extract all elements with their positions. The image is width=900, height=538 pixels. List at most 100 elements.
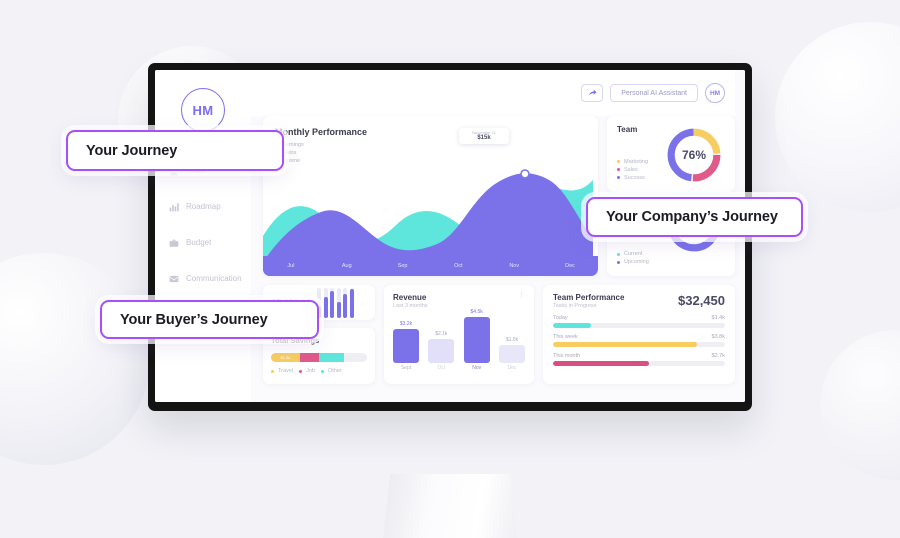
card-subtitle: Last 3 months bbox=[393, 303, 428, 309]
legend-item: Earnings bbox=[275, 142, 598, 148]
personal-ai-assistant-button[interactable]: Personal AI Assistant bbox=[610, 84, 698, 102]
legend-label: Other bbox=[327, 368, 342, 374]
sidebar-item-label: Communication bbox=[186, 274, 242, 283]
share-icon bbox=[588, 84, 597, 102]
callout-your-journey: Your Journey bbox=[66, 130, 284, 171]
performance-label: This week bbox=[553, 334, 578, 340]
avatar[interactable]: HM bbox=[705, 83, 725, 103]
card-header: Team Performance Tasks in Progress $32,4… bbox=[553, 293, 725, 309]
bar-value-label: $2.1k bbox=[435, 331, 448, 337]
callout-buyer-journey: Your Buyer’s Journey bbox=[100, 300, 319, 339]
card-title: Team Performance bbox=[553, 293, 625, 302]
bar-value-label: $4.5k bbox=[470, 309, 483, 315]
mini-bar bbox=[323, 287, 328, 318]
legend-dot-icon bbox=[320, 369, 324, 373]
legend-item: Marketing bbox=[617, 159, 648, 165]
axis-tick: Aug bbox=[341, 263, 352, 269]
mini-bar bbox=[330, 287, 335, 318]
performance-row: This month $2.7k bbox=[553, 353, 725, 366]
bar-category-label: Nov bbox=[472, 365, 482, 371]
bar-category-label: Dec bbox=[507, 365, 517, 371]
donut-column: Team 76% Marketing Sales Success Current… bbox=[607, 116, 735, 276]
mini-bar bbox=[336, 287, 341, 318]
donut-value: 76% bbox=[681, 148, 707, 162]
sidebar: HM Team Roadmap bbox=[155, 70, 251, 402]
bar-group: $1.0k Dec bbox=[498, 337, 525, 371]
legend-item: Travel bbox=[271, 368, 293, 374]
performance-label: Today bbox=[553, 315, 568, 321]
axis-tick: Oct bbox=[454, 263, 463, 269]
sidebar-item-communication[interactable]: Communication bbox=[155, 266, 251, 291]
legend-dot-icon bbox=[617, 160, 620, 163]
progress-track bbox=[553, 323, 725, 328]
progress-track bbox=[553, 342, 725, 347]
monitor-stand-neck bbox=[382, 474, 518, 538]
legend-item: Success bbox=[617, 175, 648, 181]
bar-category-label: Oct bbox=[437, 365, 446, 371]
legend-label: Upcoming bbox=[624, 259, 649, 265]
progress-track bbox=[553, 361, 725, 366]
performance-row: Today $1.4k bbox=[553, 315, 725, 328]
top-row: Monthly Performance Earnings Gains Incom… bbox=[251, 116, 735, 276]
bar bbox=[428, 339, 455, 363]
performance-value: $3.8k bbox=[711, 334, 725, 340]
progress-fill bbox=[553, 323, 591, 328]
team-donut-chart: 76% bbox=[664, 125, 724, 185]
legend-label: Gains bbox=[282, 150, 297, 156]
axis-tick: Dec bbox=[565, 263, 575, 269]
legend-dot-icon bbox=[617, 252, 620, 256]
more-vertical-icon[interactable]: ⋮ bbox=[518, 292, 525, 299]
legend-label: Marketing bbox=[624, 158, 649, 165]
monitor-mockup: HM Team Roadmap bbox=[148, 63, 752, 538]
background-sphere-bottom-right bbox=[820, 330, 900, 480]
legend-label: Current bbox=[624, 251, 643, 257]
x-axis: Jul Aug Sep Oct Nov Dec bbox=[263, 256, 598, 276]
card-title: Revenue bbox=[393, 293, 427, 302]
bar-group: $2.1k Oct bbox=[428, 331, 455, 371]
legend-label: Earnings bbox=[282, 142, 304, 148]
topbar: Personal AI Assistant HM bbox=[251, 70, 735, 116]
chart-tooltip: November 11 $15k bbox=[459, 128, 509, 144]
legend-item: Other bbox=[320, 368, 342, 374]
legend-dot-icon bbox=[617, 168, 620, 171]
legend-label: Travel bbox=[278, 368, 294, 374]
progress-fill bbox=[553, 342, 698, 347]
legend-label: Job bbox=[306, 368, 315, 374]
chart-data-point bbox=[520, 169, 530, 179]
sidebar-item-label: Budget bbox=[186, 238, 212, 247]
performance-value: $2.7k bbox=[711, 353, 725, 359]
donut-legend: Marketing Sales Success bbox=[617, 159, 648, 183]
team-donut-card: Team 76% Marketing Sales Success bbox=[607, 116, 735, 192]
legend-dot-icon bbox=[617, 176, 620, 179]
legend-item: Sales bbox=[617, 167, 648, 173]
bar bbox=[393, 329, 419, 363]
savings-segment: $1.2k bbox=[271, 353, 300, 362]
share-button[interactable] bbox=[581, 84, 604, 102]
savings-segment bbox=[318, 353, 344, 362]
revenue-card: Revenue Last 3 months ⋮ $3.2k Sept $2.1k… bbox=[384, 285, 534, 384]
mini-bar bbox=[343, 287, 348, 318]
bar-value-label: $3.2k bbox=[399, 321, 413, 327]
savings-legend: Travel Job Other bbox=[271, 368, 367, 376]
sidebar-item-budget[interactable]: Budget bbox=[155, 230, 251, 255]
legend-dot-icon bbox=[299, 369, 303, 373]
revenue-bar-chart: $3.2k Sept $2.1k Oct $4.5k Nov $1.0k Dec bbox=[393, 309, 525, 371]
bar-group: $3.2k Sept bbox=[393, 321, 419, 371]
legend-label: Success bbox=[624, 174, 645, 181]
axis-tick: Sep bbox=[397, 263, 408, 269]
sidebar-item-label: Roadmap bbox=[186, 202, 221, 211]
bottom-row: $5,689.60 bbox=[251, 276, 735, 384]
mail-icon bbox=[169, 274, 179, 284]
chart-legend: Earnings Gains Income bbox=[263, 137, 598, 164]
donut-legend: Current Upcoming bbox=[617, 251, 649, 267]
team-performance-total: $32,450 bbox=[678, 293, 725, 308]
savings-segment bbox=[299, 353, 319, 362]
mini-bar bbox=[349, 287, 354, 318]
card-subtitle: Tasks in Progress bbox=[553, 303, 597, 309]
bar-chart-icon bbox=[169, 202, 179, 212]
sidebar-item-roadmap[interactable]: Roadmap bbox=[155, 194, 251, 219]
tooltip-value: $15k bbox=[477, 135, 491, 141]
card-title: Monthly Performance bbox=[275, 127, 368, 137]
bar-category-label: Sept bbox=[400, 365, 412, 371]
callout-company-journey: Your Company’s Journey bbox=[586, 197, 803, 237]
